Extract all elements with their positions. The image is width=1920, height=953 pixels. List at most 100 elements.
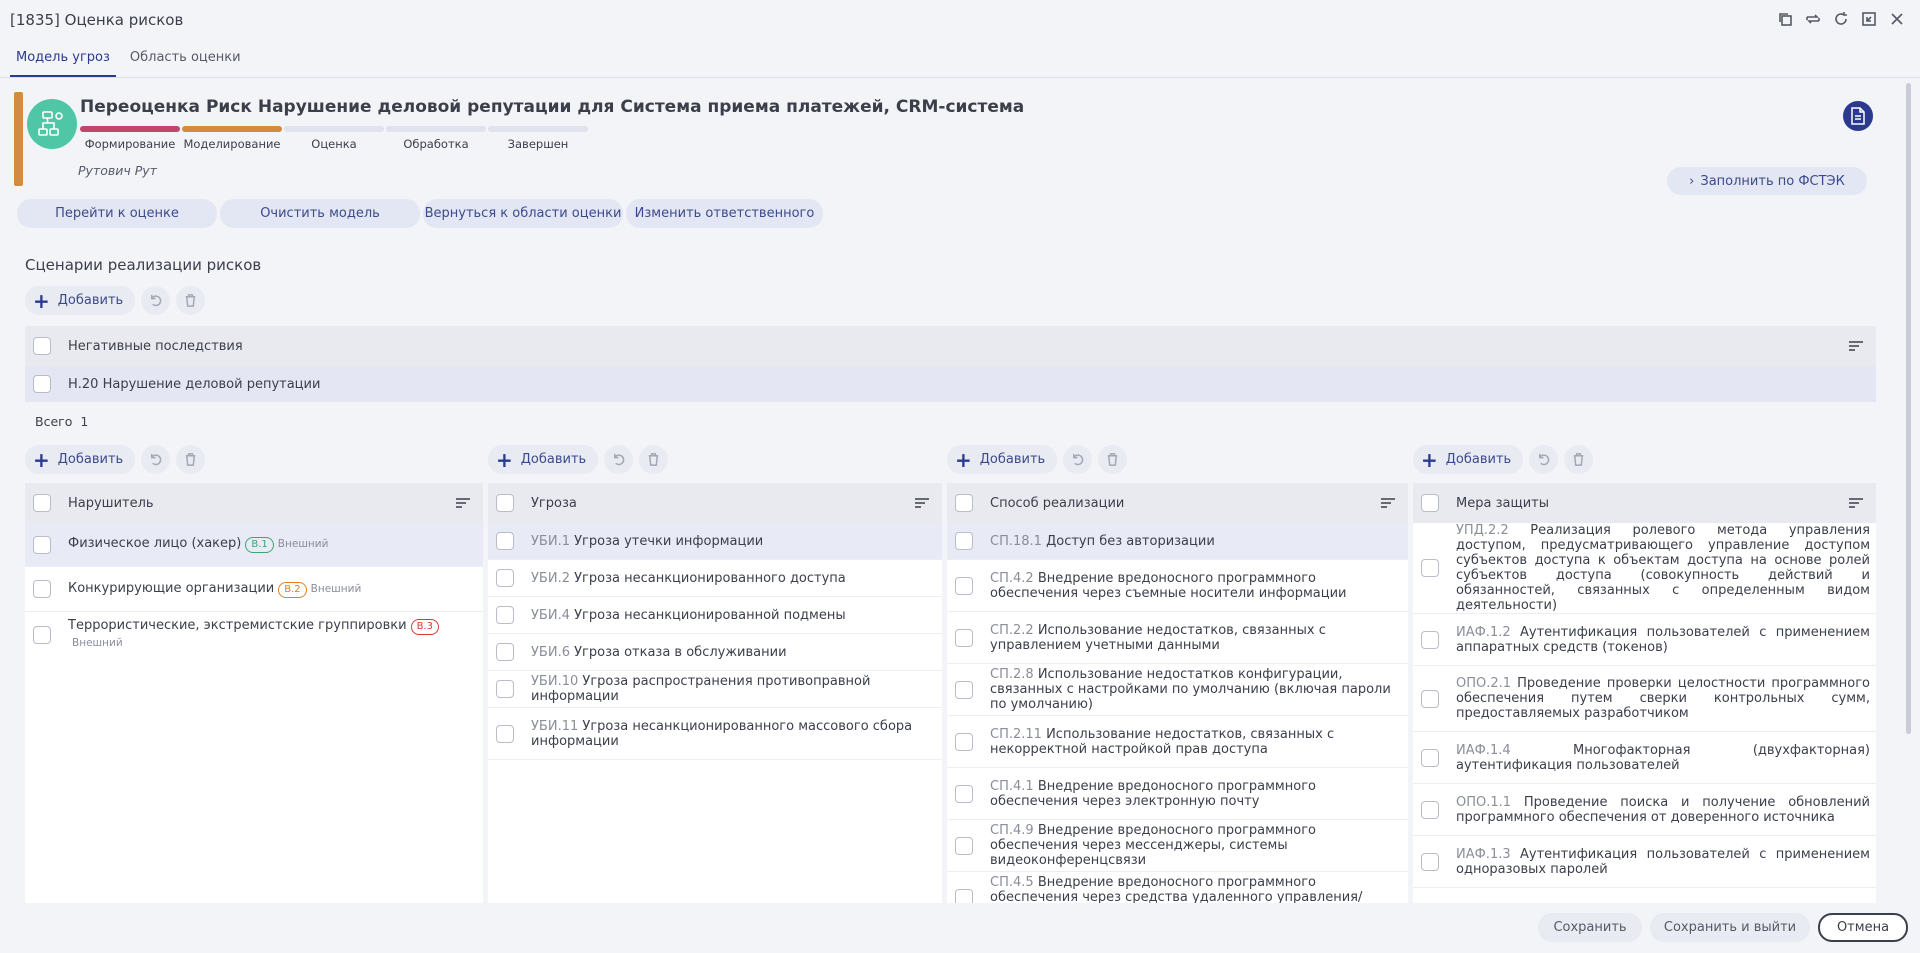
add-measure-button[interactable]: + Добавить (1413, 445, 1524, 474)
sort-icon[interactable] (914, 497, 930, 509)
scrollbar[interactable] (1906, 83, 1911, 734)
owner-name: Рутович Рут (78, 163, 157, 178)
table-row[interactable]: СП.4.9 Внедрение вредоносного программно… (947, 820, 1408, 872)
intruder-toolbar: + Добавить (25, 445, 206, 474)
row-checkbox[interactable] (496, 680, 514, 698)
column-header: Угроза (531, 495, 577, 511)
undo-button[interactable] (141, 286, 171, 315)
row-checkbox[interactable] (955, 628, 973, 647)
row-checkbox[interactable] (496, 724, 514, 743)
row-checkbox[interactable] (955, 680, 973, 699)
table-row[interactable]: СП.4.2 Внедрение вредоносного программно… (947, 560, 1408, 612)
back-to-scope-button[interactable]: Вернуться к области оценки (423, 199, 623, 228)
row-checkbox[interactable] (33, 625, 51, 644)
select-all-checkbox[interactable] (33, 494, 51, 512)
row-checkbox[interactable] (1421, 689, 1439, 708)
table-row[interactable]: Террористические, экстремистские группир… (25, 612, 483, 657)
table-row[interactable]: СП.4.1 Внедрение вредоносного программно… (947, 768, 1408, 820)
row-checkbox[interactable] (1421, 800, 1439, 819)
table-row[interactable]: УПД.2.2 Реализация ролевого метода управ… (1413, 523, 1876, 614)
row-code: УБИ.11 (531, 718, 579, 734)
select-all-checkbox[interactable] (496, 494, 514, 512)
table-row[interactable]: Н.20 Нарушение деловой репутации (25, 366, 1876, 402)
add-intruder-button[interactable]: + Добавить (25, 445, 136, 474)
table-row[interactable]: ИАФ.1.3 Аутентификация пользователей с п… (1413, 836, 1876, 888)
undo-button[interactable] (1529, 445, 1559, 474)
level-badge: В.1 (245, 537, 274, 553)
save-exit-button[interactable]: Сохранить и выйти (1650, 913, 1810, 942)
plus-icon: + (1421, 447, 1438, 472)
delete-button[interactable] (176, 286, 206, 315)
row-checkbox[interactable] (955, 732, 973, 751)
restore-icon[interactable] (1860, 10, 1878, 28)
row-text: Использование недостатков, связанных с у… (990, 622, 1326, 653)
table-row[interactable]: УБИ.10 Угроза распространения противопра… (488, 671, 942, 708)
goto-assessment-button[interactable]: Перейти к оценке (17, 199, 217, 228)
sort-icon[interactable] (455, 497, 471, 509)
table-row[interactable]: СП.2.8 Использование недостатков конфигу… (947, 664, 1408, 716)
row-checkbox[interactable] (33, 375, 51, 393)
row-checkbox[interactable] (1421, 852, 1439, 871)
sort-icon[interactable] (1380, 497, 1396, 509)
section-title: Сценарии реализации рисков (25, 256, 262, 274)
row-checkbox[interactable] (1421, 630, 1439, 649)
add-method-button[interactable]: + Добавить (947, 445, 1058, 474)
row-checkbox[interactable] (1421, 748, 1439, 767)
sort-icon[interactable] (1848, 497, 1864, 509)
table-row[interactable]: ИАФ.1.2 Аутентификация пользователей с п… (1413, 614, 1876, 666)
close-icon[interactable] (1888, 10, 1906, 28)
fill-fstek-button[interactable]: › Заполнить по ФСТЭК (1667, 167, 1867, 195)
table-row[interactable]: СП.4.5 Внедрение вредоносного программно… (947, 872, 1408, 903)
add-threat-button[interactable]: + Добавить (488, 445, 599, 474)
row-code: ОПО.1.1 (1456, 794, 1512, 810)
row-checkbox[interactable] (955, 836, 973, 855)
undo-button[interactable] (1063, 445, 1093, 474)
table-row[interactable]: Конкурирующие организации В.2 Внешний (25, 567, 483, 612)
table-row[interactable]: УБИ.2 Угроза несанкционированного доступ… (488, 560, 942, 597)
row-checkbox[interactable] (955, 888, 973, 903)
cancel-button[interactable]: Отмена (1818, 913, 1908, 942)
change-owner-button[interactable]: Изменить ответственного (626, 199, 823, 228)
row-checkbox[interactable] (496, 643, 514, 661)
table-row[interactable]: УБИ.4 Угроза несанкционированной подмены (488, 597, 942, 634)
refresh-icon[interactable] (1832, 10, 1850, 28)
table-row[interactable]: СП.18.1 Доступ без авторизации (947, 523, 1408, 560)
undo-button[interactable] (604, 445, 634, 474)
row-checkbox[interactable] (496, 532, 514, 550)
tab-assessment-scope[interactable]: Область оценки (124, 40, 247, 77)
tab-threat-model[interactable]: Модель угроз (10, 40, 116, 77)
save-button[interactable]: Сохранить (1538, 913, 1642, 942)
table-row[interactable]: ОПО.1.1 Проведение поиска и получение об… (1413, 784, 1876, 836)
document-button[interactable] (1843, 101, 1873, 131)
table-row[interactable]: Физическое лицо (хакер) В.1 Внешний (25, 523, 483, 567)
row-checkbox[interactable] (496, 606, 514, 624)
clear-model-button[interactable]: Очистить модель (220, 199, 420, 228)
row-checkbox[interactable] (955, 784, 973, 803)
row-checkbox[interactable] (496, 569, 514, 587)
swap-icon[interactable] (1804, 10, 1822, 28)
undo-button[interactable] (141, 445, 171, 474)
window-controls (1776, 10, 1906, 28)
table-row[interactable]: ОПО.2.1 Проведение проверки целостности … (1413, 666, 1876, 732)
row-checkbox[interactable] (33, 580, 51, 598)
table-row[interactable]: СП.2.11 Использование недостатков, связа… (947, 716, 1408, 768)
table-row[interactable]: СП.2.2 Использование недостатков, связан… (947, 612, 1408, 664)
table-row[interactable]: ИАФ.1.4 Многофакторная (двухфакторная) а… (1413, 732, 1876, 784)
select-all-checkbox[interactable] (955, 494, 973, 512)
row-checkbox[interactable] (1421, 559, 1439, 577)
delete-button[interactable] (1564, 445, 1594, 474)
delete-button[interactable] (639, 445, 669, 474)
row-checkbox[interactable] (955, 532, 973, 550)
table-row[interactable]: УБИ.1 Угроза утечки информации (488, 523, 942, 560)
select-all-checkbox[interactable] (33, 337, 51, 355)
delete-button[interactable] (1098, 445, 1128, 474)
row-checkbox[interactable] (955, 576, 973, 595)
add-scenario-button[interactable]: + Добавить (25, 286, 136, 315)
copy-icon[interactable] (1776, 10, 1794, 28)
row-checkbox[interactable] (33, 535, 51, 554)
select-all-checkbox[interactable] (1421, 494, 1439, 512)
delete-button[interactable] (176, 445, 206, 474)
sort-icon[interactable] (1848, 340, 1864, 352)
table-row[interactable]: УБИ.6 Угроза отказа в обслуживании (488, 634, 942, 671)
table-row[interactable]: УБИ.11 Угроза несанкционированного массо… (488, 708, 942, 760)
